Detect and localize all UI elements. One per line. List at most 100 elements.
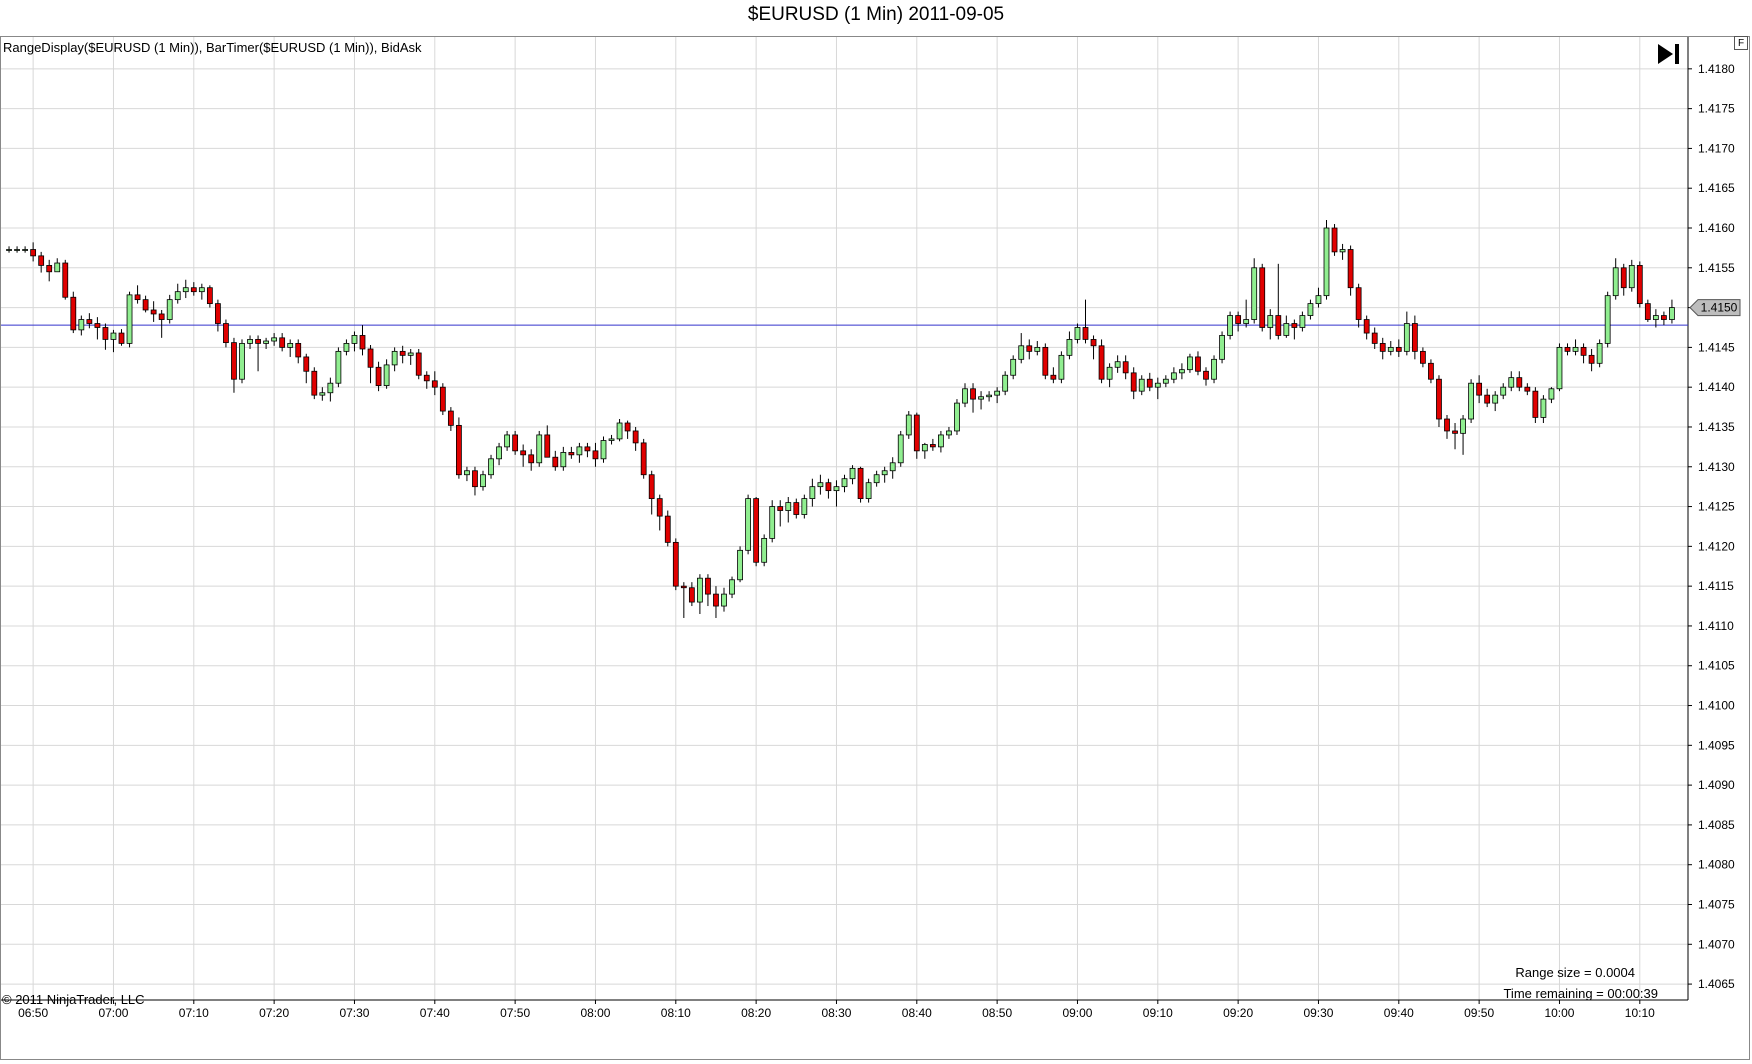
candle-body [1669, 307, 1675, 320]
goto-end-icon[interactable] [1656, 42, 1682, 66]
candle-body [1636, 265, 1643, 305]
y-tick-label: 1.4175 [1698, 102, 1735, 116]
candle-body [1604, 295, 1611, 344]
candle-body [1122, 361, 1129, 374]
y-tick-label: 1.4115 [1698, 579, 1734, 593]
candle-body [1235, 315, 1242, 324]
candle-body [1098, 345, 1105, 380]
candle-body [1652, 315, 1659, 320]
x-tick-label: 08:10 [661, 1006, 691, 1020]
candle-body [986, 394, 992, 398]
candle-body [624, 422, 631, 432]
candle-body [1299, 315, 1306, 328]
candle-body [150, 309, 157, 315]
x-tick-label: 08:30 [821, 1006, 851, 1020]
candle-body [30, 249, 37, 257]
candle-body [865, 482, 872, 500]
candle-body [1532, 390, 1539, 418]
y-tick-label: 1.4145 [1698, 340, 1735, 354]
candle-body [488, 458, 494, 476]
candle-body [1259, 267, 1266, 328]
candle-body [46, 265, 53, 273]
candle-body [1162, 378, 1169, 384]
candle-body [833, 486, 840, 492]
candle-body [1540, 398, 1547, 418]
candle-body [1339, 249, 1346, 253]
candle-body [247, 339, 253, 344]
candle-body [552, 456, 559, 468]
candle-body [423, 374, 430, 382]
candle-body [1387, 346, 1394, 352]
candle-body [1628, 265, 1635, 289]
candle-body [592, 450, 599, 460]
candle-body [857, 467, 864, 500]
candle-body [198, 287, 205, 293]
candle-body [1179, 369, 1185, 374]
candle-body [1323, 227, 1330, 297]
y-tick-label: 1.4130 [1698, 460, 1735, 474]
candle-body [761, 537, 768, 563]
candle-body [873, 474, 880, 484]
candle-body [841, 478, 848, 488]
x-tick-label: 09:10 [1143, 1006, 1173, 1020]
candle-body [70, 296, 77, 331]
candle-body [970, 388, 976, 400]
x-tick-label: 08:40 [902, 1006, 932, 1020]
candle-body [319, 392, 326, 396]
f-toggle-button[interactable]: F [1734, 36, 1748, 50]
candle-body [263, 340, 269, 344]
candle-body [536, 434, 543, 464]
candle-body [239, 343, 245, 380]
candle-body [6, 249, 12, 251]
candle-body [520, 450, 527, 456]
x-tick-label: 10:00 [1544, 1006, 1574, 1020]
candle-body [447, 410, 454, 426]
candle-body [166, 299, 173, 320]
candle-body [1058, 354, 1065, 380]
candle-body [705, 577, 711, 595]
candle-body [1002, 374, 1009, 392]
candle-body [600, 440, 607, 460]
candle-body [688, 587, 695, 603]
candle-body [929, 444, 936, 448]
candle-body [62, 262, 69, 298]
candle-body [174, 291, 181, 301]
candle-body [126, 294, 133, 344]
candle-body [568, 452, 575, 456]
y-tick-label: 1.4180 [1698, 62, 1735, 76]
x-tick-label: 09:30 [1303, 1006, 1333, 1020]
x-tick-label: 07:20 [259, 1006, 289, 1020]
candle-body [1484, 394, 1491, 404]
candle-body [1620, 267, 1627, 289]
candle-body [817, 482, 824, 488]
candle-body [327, 382, 334, 394]
candle-body [464, 470, 470, 476]
y-tick-label: 1.4075 [1698, 897, 1735, 911]
x-tick-label: 10:10 [1625, 1006, 1655, 1020]
candle-body [1444, 418, 1450, 432]
y-tick-label: 1.4155 [1698, 261, 1735, 275]
y-tick-label: 1.4135 [1698, 420, 1735, 434]
candle-body [1315, 295, 1322, 305]
candle-body [1436, 378, 1442, 420]
candle-body [1371, 332, 1378, 344]
candle-body [1428, 362, 1434, 380]
candle-body [287, 343, 294, 348]
candle-body [921, 444, 928, 452]
candle-body [1154, 382, 1161, 388]
candle-body [1500, 386, 1507, 396]
candle-body [616, 422, 623, 440]
candlestick-plot[interactable]: 1.4180 1.4175 1.4170 1.4165 1.4160 1.4155 1.41… [0, 0, 1752, 1064]
candle-body [777, 506, 784, 511]
y-tick-label: 1.4170 [1698, 141, 1735, 155]
candle-body [22, 249, 28, 251]
candle-body [1644, 303, 1651, 320]
candle-body [415, 352, 422, 376]
candle-body [311, 370, 318, 396]
time-remaining-label: Time remaining = 00:00:39 [1503, 986, 1658, 1001]
y-tick-label: 1.4085 [1698, 818, 1735, 832]
candle-body [640, 442, 647, 476]
y-tick-label: 1.4140 [1698, 380, 1735, 394]
candle-body [801, 498, 808, 515]
candle-body [745, 498, 751, 551]
